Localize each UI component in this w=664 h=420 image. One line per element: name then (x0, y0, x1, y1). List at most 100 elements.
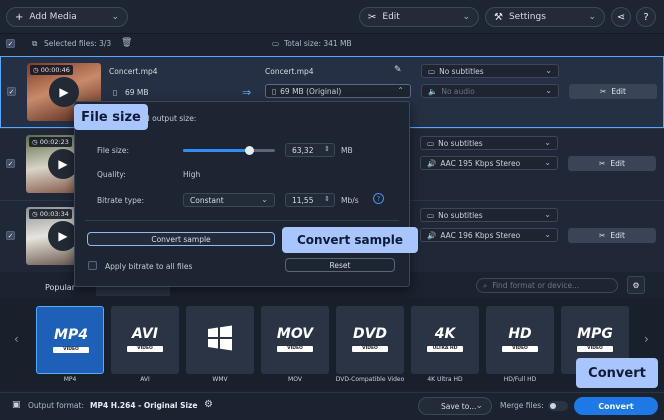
stepper-icon[interactable]: ⇕ (324, 145, 330, 153)
edit-button[interactable]: ✂ Edit (569, 84, 657, 99)
bitrate-input[interactable]: 11,55 ⇕ (285, 193, 335, 207)
chevron-up-icon: ⌃ (397, 86, 404, 95)
output-file-name: Concert.mp4 (265, 67, 314, 76)
audio-dropdown[interactable]: 🔊 AAC 195 Kbps Stereo ⌄ (420, 156, 558, 170)
clock-icon: ◷ (32, 210, 40, 218)
search-icon: ⌕ (483, 280, 488, 290)
file-size-slider[interactable] (183, 146, 275, 155)
output-format-icon: ▣ (12, 400, 21, 410)
format-search-input[interactable]: ⌕ Find format or device... (476, 278, 618, 293)
edit-button[interactable]: ✂ Edit (568, 228, 656, 243)
format-hd[interactable]: HD VIDEO (486, 306, 554, 374)
convert-button[interactable]: Convert (574, 397, 658, 415)
duration-badge: ◷ 00:00:46 (30, 65, 73, 75)
settings-menu-button[interactable]: ⚒ Settings ⌄ (485, 7, 605, 27)
file-size-input[interactable]: 63,32 ⇕ (285, 143, 335, 157)
bitrate-unit: Mb/s (341, 196, 359, 205)
select-all-checkbox[interactable]: ✓ (6, 39, 15, 48)
gear-icon[interactable]: ⚙ (204, 399, 213, 410)
format-label: AVI (140, 376, 150, 383)
audio-dropdown[interactable]: 🔊 AAC 196 Kbps Stereo ⌄ (420, 228, 558, 242)
share-button[interactable]: ⋖ (611, 7, 631, 27)
total-size-icon: ▭ (272, 39, 280, 48)
subtitles-dropdown[interactable]: ▭ No subtitles ⌄ (421, 64, 559, 78)
help-button[interactable]: ? (636, 7, 656, 27)
chevron-down-icon: ⌄ (544, 230, 551, 239)
format-mp4[interactable]: MP4 VIDEO (36, 306, 104, 374)
share-icon: ⋖ (616, 11, 626, 23)
trash-icon[interactable]: 🗑 (121, 38, 132, 48)
scroll-right-icon[interactable]: › (644, 332, 649, 346)
edit-button[interactable]: ✂ Edit (568, 156, 656, 171)
subtitles-icon: ▭ (427, 210, 435, 220)
chevron-down-icon: ⌄ (588, 12, 596, 22)
stepper-icon[interactable]: ⇕ (324, 195, 330, 203)
duration-badge: ◷ 00:03:34 (29, 209, 72, 219)
format-label: HD/Full HD (503, 376, 537, 383)
format-4k[interactable]: 4K ULTRA HD (411, 306, 479, 374)
chevron-down-icon: ⌄ (261, 195, 268, 204)
speaker-icon: 🔊 (427, 158, 437, 168)
selection-bar: ✓ ⧉ Selected files: 3/3 🗑 ▭ Total size: … (0, 34, 664, 54)
output-size-dropdown[interactable]: ▯ 69 MB (Original) ⌃ (265, 84, 411, 98)
chevron-down-icon: ⌄ (545, 86, 552, 95)
popup-heading: d output size: (145, 114, 197, 123)
subtitles-icon: ▭ (427, 138, 435, 148)
format-label: MP4 (63, 376, 77, 383)
tools-icon: ✂ (600, 87, 607, 96)
reset-button[interactable]: Reset (285, 258, 395, 272)
file-size-callout: File size (74, 104, 148, 130)
merge-files-toggle[interactable] (548, 401, 568, 411)
device-settings-icon[interactable]: ⚙ (627, 276, 645, 294)
settings-menu-label: Settings (508, 12, 546, 22)
file-icon: ▯ (113, 88, 118, 97)
format-mov[interactable]: MOV VIDEO (261, 306, 329, 374)
subtitles-icon: ▭ (428, 66, 436, 76)
subtitles-dropdown[interactable]: ▭ No subtitles ⌄ (420, 208, 558, 222)
convert-arrow-icon: ⇒ (242, 86, 252, 99)
add-media-label: Add Media (29, 12, 77, 22)
scroll-left-icon[interactable]: ‹ (14, 332, 19, 346)
total-size: Total size: 341 MB (284, 39, 352, 48)
edit-menu-button[interactable]: ✂ Edit ⌄ (359, 7, 479, 27)
format-label: DVD-Compatible Video (335, 376, 405, 383)
apply-bitrate-label: Apply bitrate to all files (105, 262, 193, 271)
bitrate-type-label: Bitrate type: (97, 196, 145, 205)
file-size-label: File size: (97, 146, 130, 155)
clock-icon: ◷ (33, 66, 41, 74)
help-icon[interactable]: ? (373, 193, 384, 204)
slider-fill (183, 149, 250, 152)
file-checkbox[interactable]: ✓ (6, 159, 15, 168)
file-icon: ▯ (272, 86, 277, 96)
question-icon: ? (643, 11, 649, 23)
bitrate-type-dropdown[interactable]: Constant ⌄ (183, 193, 275, 207)
chevron-down-icon: ⌄ (544, 210, 551, 219)
file-name: Concert.mp4 (109, 67, 158, 76)
format-avi[interactable]: AVI VIDEO (111, 306, 179, 374)
format-label: WMV (212, 376, 228, 383)
tools-icon: ✂ (599, 231, 606, 240)
file-checkbox[interactable]: ✓ (7, 87, 16, 96)
subtitles-dropdown[interactable]: ▭ No subtitles ⌄ (420, 136, 558, 150)
convert-sample-button[interactable]: Convert sample (87, 232, 275, 246)
speaker-icon: 🔊 (427, 230, 437, 240)
save-to-button[interactable]: Save to... ⌄ (418, 397, 492, 415)
files-icon: ⧉ (32, 39, 38, 48)
file-size: 69 MB (125, 88, 149, 97)
audio-dropdown[interactable]: 🔈 No audio ⌄ (421, 84, 559, 98)
file-checkbox[interactable]: ✓ (6, 231, 15, 240)
apply-bitrate-checkbox[interactable] (88, 261, 97, 270)
convert-callout: Convert (576, 358, 658, 388)
format-wmv[interactable] (186, 306, 254, 374)
add-media-button[interactable]: + Add Media ⌄ (6, 7, 128, 27)
edit-menu-label: Edit (382, 12, 400, 22)
rename-pencil-icon[interactable]: ✎ (394, 65, 402, 75)
toggle-knob (550, 403, 556, 409)
format-strip: ‹ › MP4 VIDEO MP4 AVI VIDEO AVI WMV MOV … (0, 298, 664, 390)
format-label: MOV (288, 376, 302, 383)
format-label: 4K Ultra HD (427, 376, 463, 383)
slider-handle[interactable] (245, 146, 255, 155)
settings-tools-icon: ⚒ (494, 11, 503, 23)
file-size-unit: MB (341, 146, 353, 155)
format-dvd[interactable]: DVD VIDEO (336, 306, 404, 374)
